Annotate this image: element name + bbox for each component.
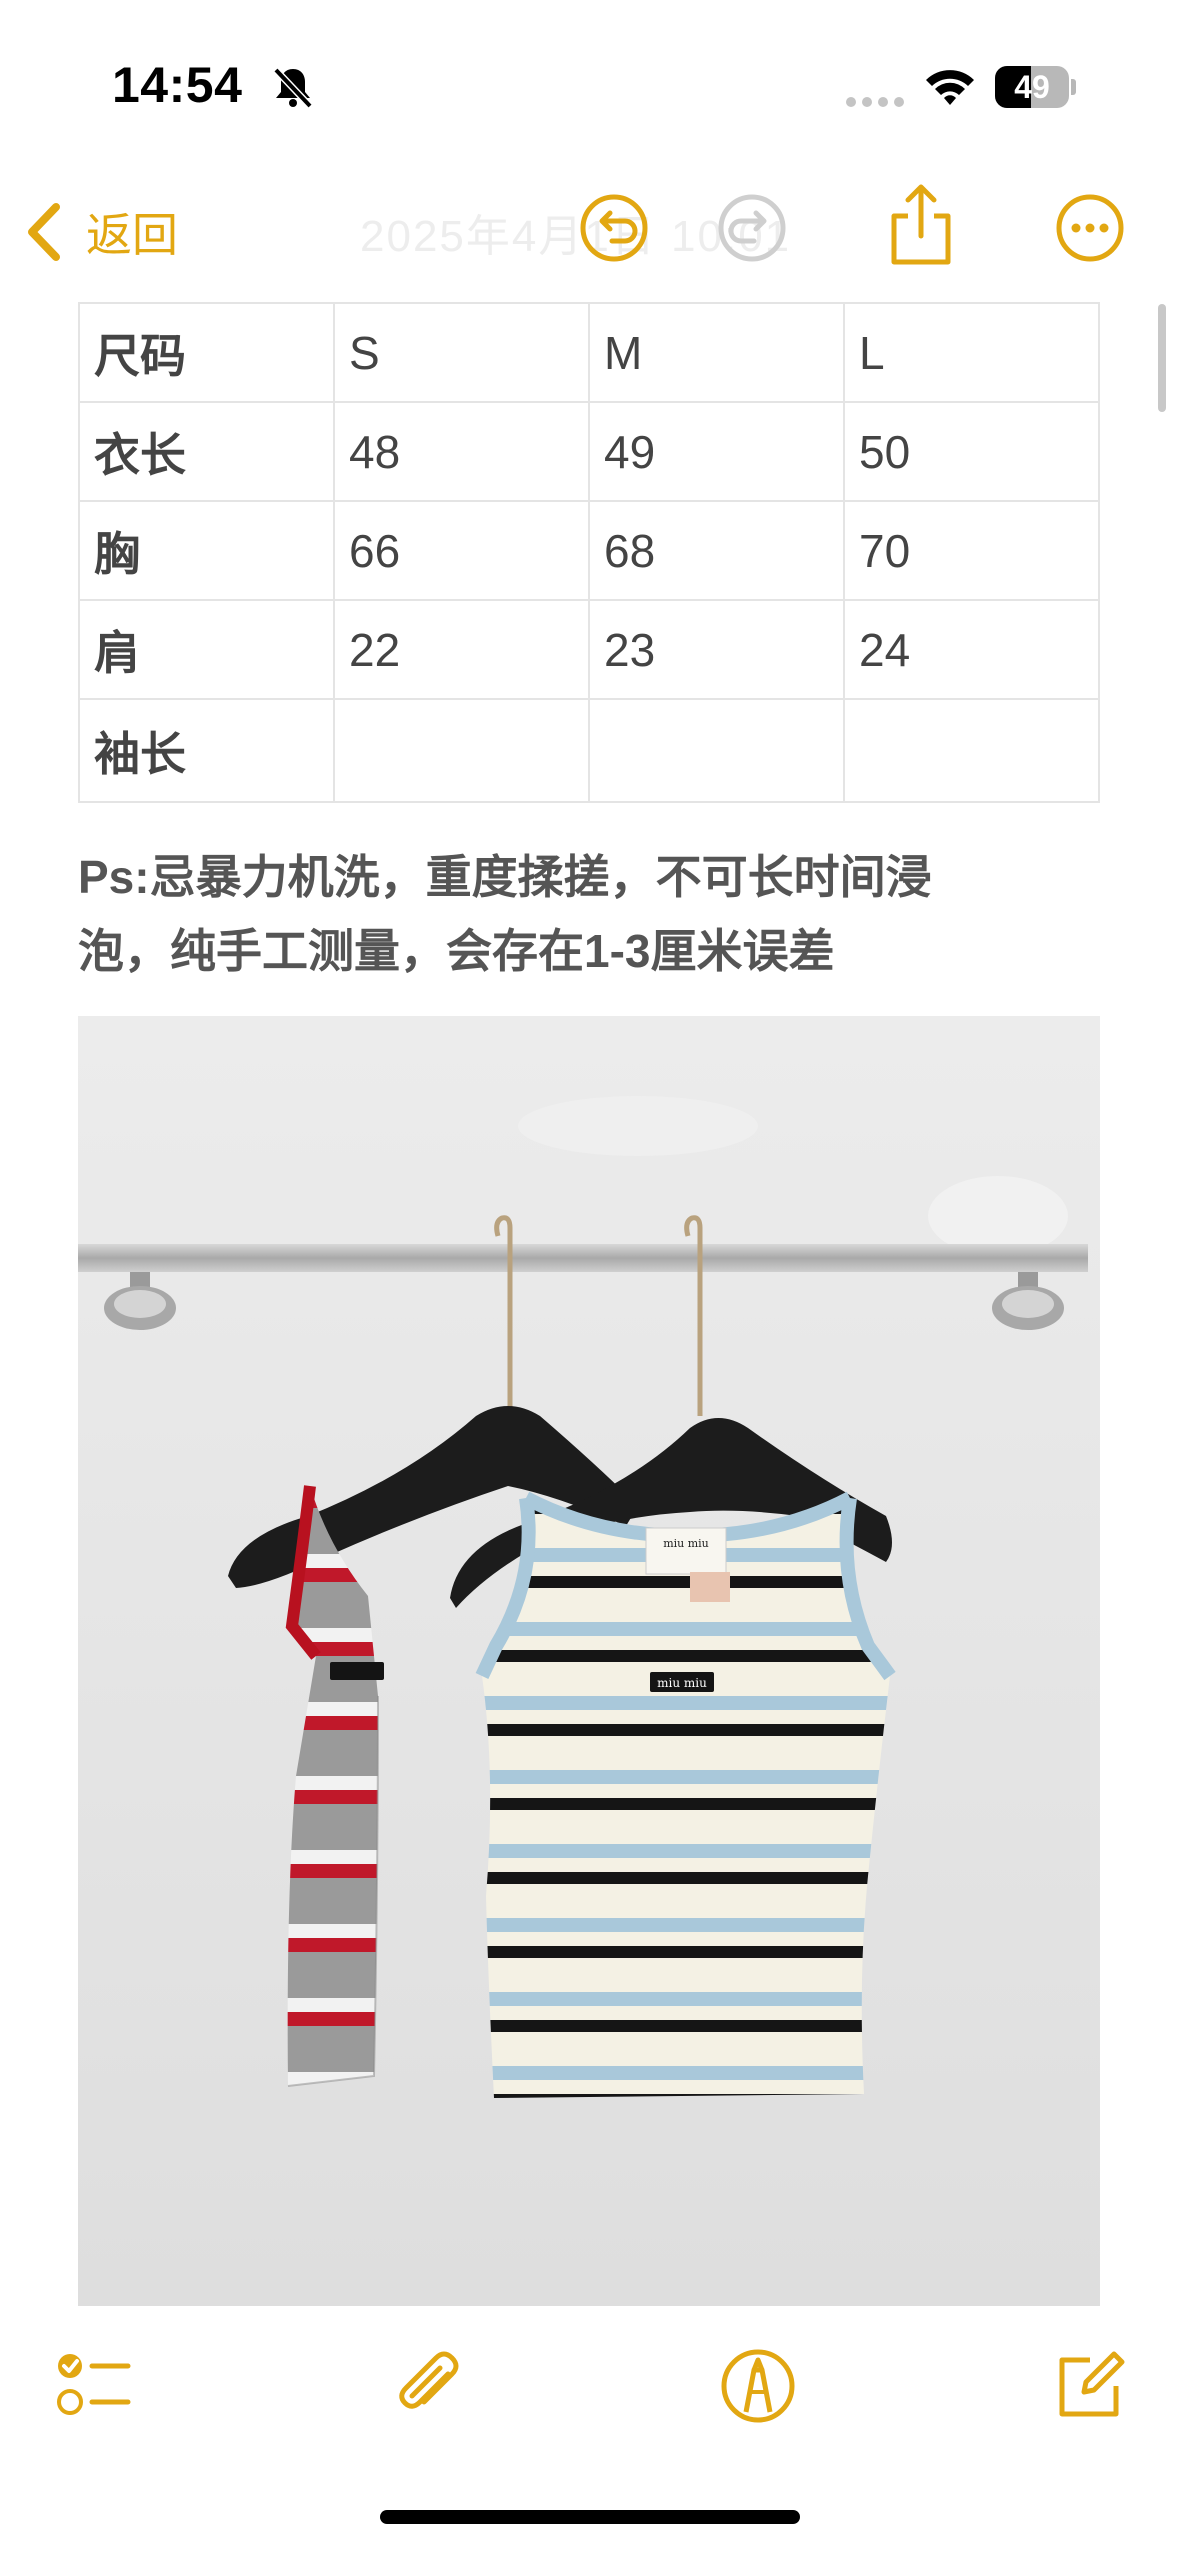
table-cell[interactable]: 22 xyxy=(333,599,590,700)
table-cell[interactable] xyxy=(333,698,590,803)
table-cell[interactable] xyxy=(843,698,1100,803)
markup-pen-icon[interactable] xyxy=(718,2346,798,2426)
table-cell[interactable]: 衣长 xyxy=(78,401,335,502)
table-cell[interactable]: 66 xyxy=(333,500,590,601)
table-cell[interactable]: 24 xyxy=(843,599,1100,700)
status-time: 14:54 xyxy=(112,57,243,113)
photo-chest-label: miu miu xyxy=(657,1676,707,1690)
home-indicator[interactable] xyxy=(380,2510,800,2524)
back-button[interactable]: 返回 xyxy=(24,192,178,272)
table-row: 尺码 S M L xyxy=(78,302,1100,403)
status-bar: 14:54 49 xyxy=(0,0,1179,150)
bell-slash-icon xyxy=(273,67,313,109)
table-row: 胸 66 68 70 xyxy=(78,500,1100,601)
checklist-icon[interactable] xyxy=(54,2346,134,2426)
table-cell[interactable]: 23 xyxy=(588,599,845,700)
product-photo[interactable]: miu miu miu miu xyxy=(78,1016,1100,2306)
redo-icon[interactable] xyxy=(716,192,788,264)
battery-cap xyxy=(1071,79,1076,95)
chevron-left-icon xyxy=(28,203,60,261)
table-cell[interactable]: 49 xyxy=(588,401,845,502)
table-cell[interactable]: 50 xyxy=(843,401,1100,502)
more-icon[interactable] xyxy=(1054,192,1126,264)
size-table: 尺码 S M L 衣长 48 49 50 胸 66 68 70 肩 22 23 … xyxy=(78,302,1100,803)
note-line: 泡，纯手工测量，会存在1-3厘米误差 xyxy=(78,925,835,977)
back-label: 返回 xyxy=(86,209,178,261)
table-cell[interactable]: 68 xyxy=(588,500,845,601)
scroll-indicator[interactable] xyxy=(1158,304,1166,412)
wifi-icon xyxy=(926,70,974,105)
note-body-text[interactable]: Ps:忌暴力机洗，重度揉搓，不可长时间浸 泡，纯手工测量，会存在1-3厘米误差 xyxy=(78,840,1108,988)
share-icon[interactable] xyxy=(886,182,956,268)
nav-bar: 返回 2025年4月1日 10:01 xyxy=(0,170,1179,290)
note-line: Ps:忌暴力机洗，重度揉搓，不可长时间浸 xyxy=(78,851,932,903)
undo-icon[interactable] xyxy=(578,192,650,264)
product-photo-illustration: miu miu miu miu xyxy=(78,1016,1100,2306)
table-cell[interactable] xyxy=(588,698,845,803)
table-row: 衣长 48 49 50 xyxy=(78,401,1100,502)
table-cell[interactable]: M xyxy=(588,302,845,403)
cellular-dots-icon xyxy=(846,97,904,107)
table-cell[interactable]: S xyxy=(333,302,590,403)
table-cell[interactable]: 尺码 xyxy=(78,302,335,403)
table-row: 肩 22 23 24 xyxy=(78,599,1100,700)
battery-label: 49 xyxy=(1014,69,1050,105)
battery-icon: 49 xyxy=(995,66,1076,108)
table-row: 袖长 xyxy=(78,698,1100,803)
table-cell[interactable]: L xyxy=(843,302,1100,403)
table-cell[interactable]: 肩 xyxy=(78,599,335,700)
table-cell[interactable]: 袖长 xyxy=(78,698,335,803)
table-cell[interactable]: 48 xyxy=(333,401,590,502)
table-cell[interactable]: 胸 xyxy=(78,500,335,601)
battery-body: 49 xyxy=(995,66,1069,108)
paperclip-icon[interactable] xyxy=(390,2346,470,2426)
compose-icon[interactable] xyxy=(1050,2346,1130,2426)
photo-neck-label: miu miu xyxy=(663,1537,709,1550)
table-cell[interactable]: 70 xyxy=(843,500,1100,601)
